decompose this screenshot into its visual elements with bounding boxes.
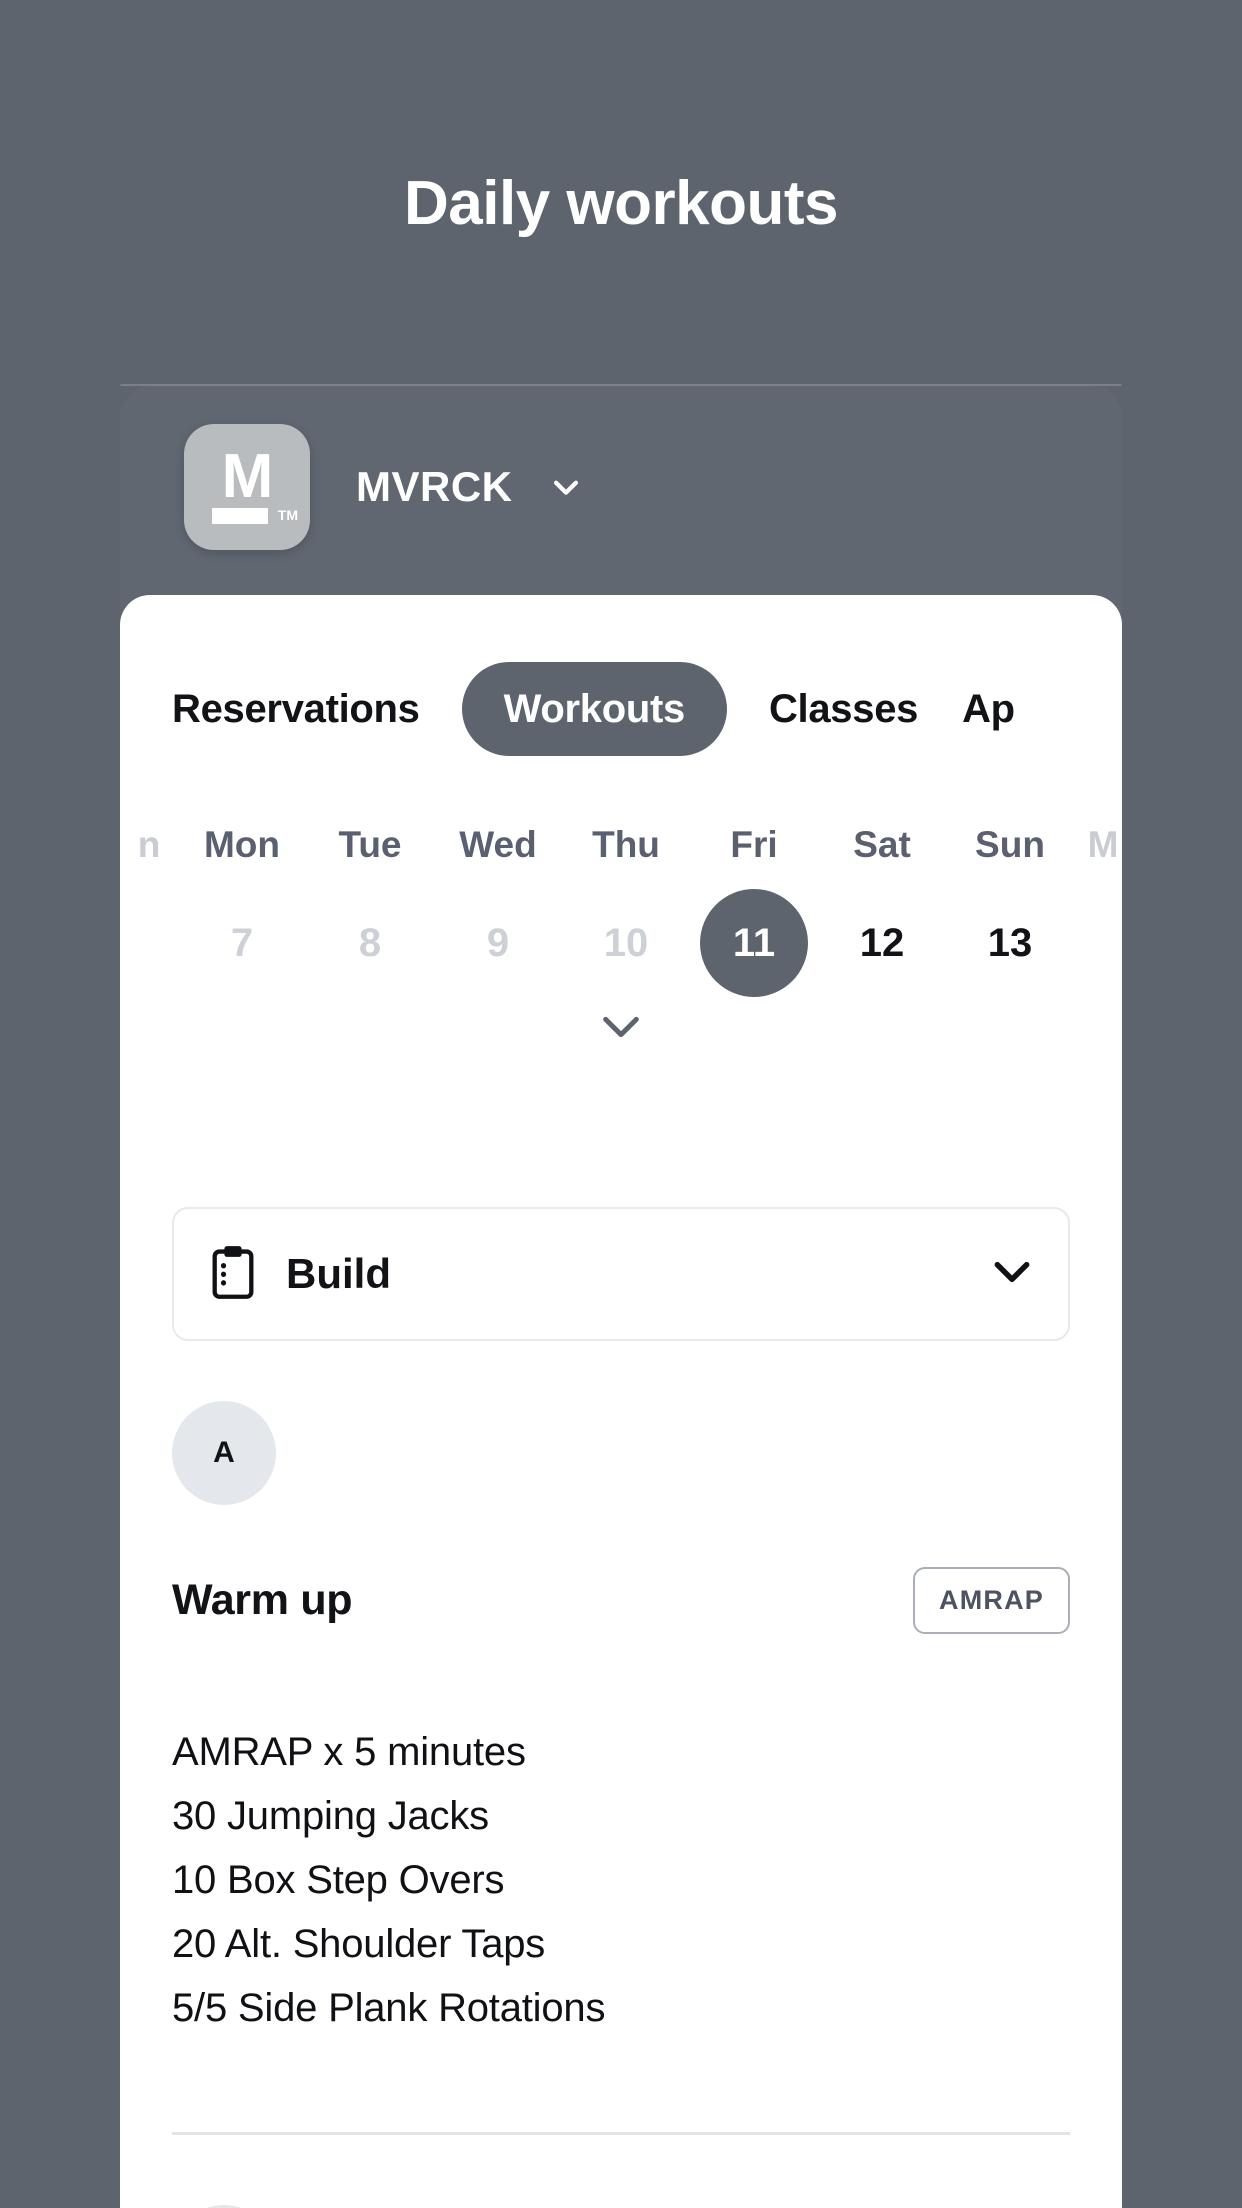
date-cell-12[interactable]: 12 xyxy=(828,889,936,997)
date-cell[interactable] xyxy=(120,889,178,997)
brand-selector[interactable]: M TM MVRCK xyxy=(184,424,583,550)
program-select[interactable]: Build xyxy=(172,1207,1070,1341)
workout-line: 30 Jumping Jacks xyxy=(172,1794,489,1838)
date-cell[interactable] xyxy=(1074,889,1122,997)
workout-line: 20 Alt. Shoulder Taps xyxy=(172,1922,546,1966)
weekday-label: Thu xyxy=(592,824,660,865)
week-strip[interactable]: n Mon Tue Wed Thu Fri Sat Sun M 7 8 9 10… xyxy=(120,815,1122,1041)
date-cell-13[interactable]: 13 xyxy=(956,889,1064,997)
date-cell-10[interactable]: 10 xyxy=(572,889,680,997)
tab-classes[interactable]: Classes xyxy=(747,655,940,763)
tab-bar[interactable]: Reservations Workouts Classes Ap xyxy=(120,655,1122,763)
weekday-label: Sat xyxy=(853,824,911,865)
block-content: AMRAP x 5 minutes 30 Jumping Jacks 10 Bo… xyxy=(172,1720,1070,2040)
weekday-label: M xyxy=(1087,824,1119,865)
block-title: Warm up xyxy=(172,1576,353,1624)
weekday-label: Wed xyxy=(459,824,537,865)
date-cell-11-selected[interactable]: 11 xyxy=(700,889,808,997)
workout-line: 10 Box Step Overs xyxy=(172,1858,505,1902)
block-divider xyxy=(172,2132,1070,2135)
clipboard-icon xyxy=(208,1244,258,1305)
weekday-label: Sun xyxy=(975,824,1045,865)
date-row[interactable]: 7 8 9 10 11 12 13 xyxy=(120,875,1122,999)
mvrck-logo-icon: M TM xyxy=(184,424,310,550)
tab-workouts[interactable]: Workouts xyxy=(461,662,727,756)
logo-underbar xyxy=(212,508,268,524)
weekday-label: n xyxy=(137,824,161,865)
chevron-down-icon[interactable] xyxy=(990,1258,1034,1291)
block-header: Warm up AMRAP xyxy=(172,1567,1070,1634)
workout-line: AMRAP x 5 minutes xyxy=(172,1730,526,1774)
logo-letter: M xyxy=(221,442,274,511)
block-badge-a: A xyxy=(172,1401,276,1505)
weekday-label: Tue xyxy=(338,824,402,865)
workout-block-a: A Warm up AMRAP AMRAP x 5 minutes 30 Jum… xyxy=(172,1401,1070,2208)
workout-line: 5/5 Side Plank Rotations xyxy=(172,1986,606,2030)
weekday-row: n Mon Tue Wed Thu Fri Sat Sun M xyxy=(120,815,1122,875)
page-title: Daily workouts xyxy=(404,169,839,238)
chevron-down-icon[interactable] xyxy=(549,470,583,504)
content-sheet: Reservations Workouts Classes Ap n Mon T… xyxy=(120,595,1122,2208)
date-cell-7[interactable]: 7 xyxy=(188,889,296,997)
date-cell-8[interactable]: 8 xyxy=(316,889,424,997)
weekday-label: Fri xyxy=(730,824,778,865)
date-cell-9[interactable]: 9 xyxy=(444,889,552,997)
expand-calendar-button[interactable] xyxy=(120,1013,1122,1041)
logo-trademark: TM xyxy=(277,507,298,523)
program-select-value: Build xyxy=(286,1250,391,1297)
brand-name: MVRCK xyxy=(356,463,513,510)
weekday-label: Mon xyxy=(203,824,281,865)
chevron-down-icon xyxy=(603,1016,639,1038)
status-badge-amrap: AMRAP xyxy=(913,1567,1070,1634)
tab-appointments[interactable]: Ap xyxy=(940,655,1037,763)
tab-reservations[interactable]: Reservations xyxy=(120,655,442,763)
